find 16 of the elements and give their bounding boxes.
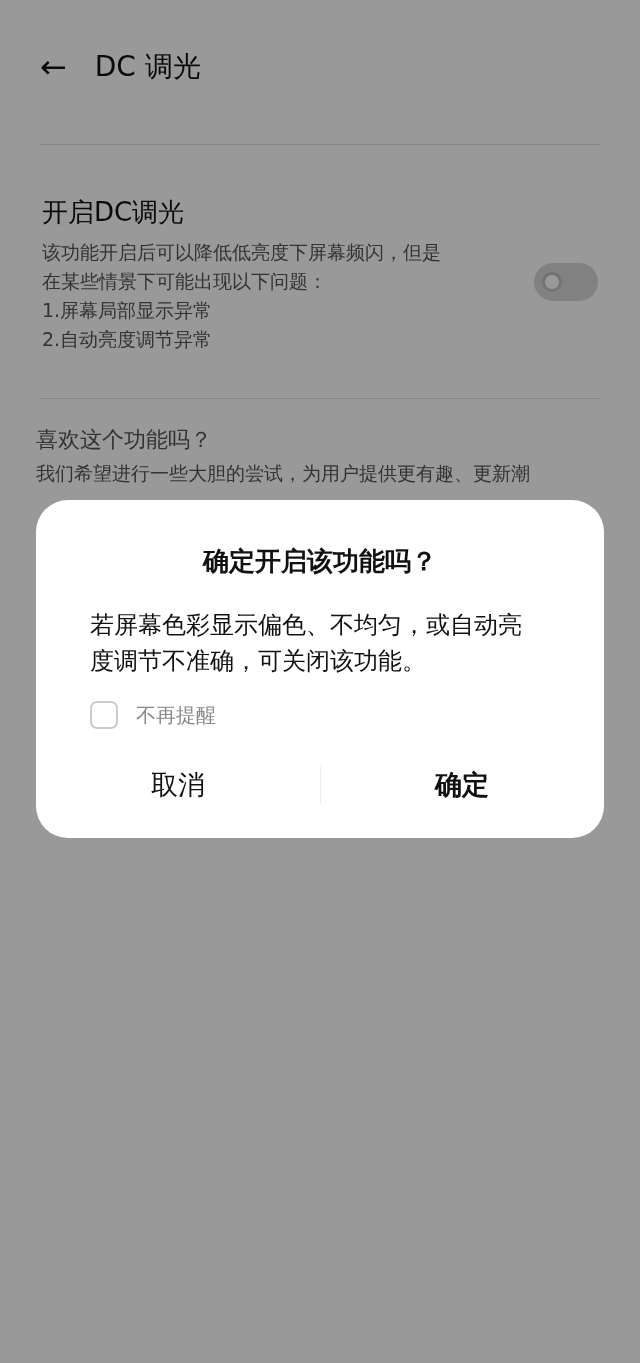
checkbox-label: 不再提醒 — [136, 701, 216, 729]
page-title: DC 调光 — [94, 49, 201, 85]
dialog-message: 若屏幕色彩显示偏色、不均匀，或自动亮度调节不准确，可关闭该功能。 — [90, 610, 523, 677]
back-button[interactable]: ← — [40, 51, 67, 83]
feedback-description: 我们希望进行一些大胆的尝试，为用户提供更有趣、更新潮 — [36, 462, 531, 486]
toggle-switch[interactable] — [534, 262, 598, 301]
feedback-title: 喜欢这个功能吗？ — [36, 426, 213, 454]
checkbox[interactable] — [90, 701, 118, 729]
setting-description: 该功能开启后可以降低低亮度下屏幕频闪，但是 — [42, 240, 441, 265]
cancel-button[interactable]: 取消 — [36, 757, 320, 813]
setting-description: 2.自动亮度调节异常 — [42, 327, 214, 352]
setting-description: 在某些情景下可能出现以下问题： — [42, 269, 328, 294]
setting-title: 开启DC调光 — [42, 196, 186, 229]
confirm-button[interactable]: 确定 — [320, 757, 604, 813]
setting-description: 1.屏幕局部显示异常 — [42, 298, 214, 323]
dialog-title: 确定开启该功能吗？ — [201, 545, 438, 578]
